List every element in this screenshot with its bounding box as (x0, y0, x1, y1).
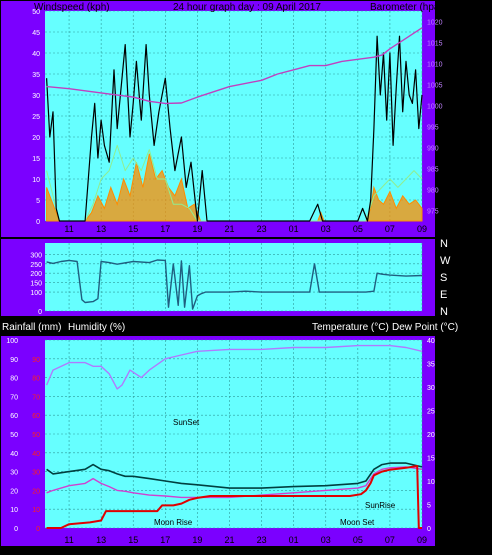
humidity-y-tick-label: 20 (10, 488, 18, 495)
temperature-y-tick-label: 5 (427, 503, 431, 510)
x-tick-label: 23 (257, 224, 267, 234)
compass-n-bottom: N (440, 306, 448, 318)
windspeed-axis-title: Windspeed (kph) (34, 2, 110, 13)
wind-y-tick-label: 20 (32, 135, 40, 142)
temperature-y-tick-label: 40 (427, 338, 435, 345)
rainfall-y-tick-label: 50 (32, 432, 40, 439)
humidity-y-tick-label: 40 (10, 451, 18, 458)
x-tick-label: 01 (289, 535, 299, 545)
wind-y-tick-label: 15 (32, 156, 40, 163)
x-tick-label: 19 (192, 535, 202, 545)
rainfall-y-tick-label: 90 (32, 357, 40, 364)
wind-y-tick-label: 5 (36, 198, 40, 205)
rainfall-y-tick-label: 70 (32, 394, 40, 401)
x-tick-label: 21 (224, 224, 234, 234)
x-tick-label: 19 (192, 224, 202, 234)
humidity-y-tick-label: 30 (10, 470, 18, 477)
direction-y-tick-label: 250 (30, 262, 42, 269)
direction-y-tick-label: 0 (38, 309, 42, 316)
barometer-y-tick-label: 1000 (427, 104, 443, 111)
x-tick-label: 17 (160, 224, 170, 234)
barometer-y-tick-label: 985 (427, 167, 439, 174)
barometer-axis-title: Barometer (hpa) (370, 2, 443, 13)
rainfall-y-tick-label: 30 (32, 470, 40, 477)
x-tick-label: 01 (289, 224, 299, 234)
direction-y-tick-label: 150 (30, 281, 42, 288)
barometer-y-tick-label: 1005 (427, 83, 443, 90)
temperature-y-tick-label: 35 (427, 362, 435, 369)
barometer-y-tick-label: 1020 (427, 20, 443, 27)
dew-point-axis-title: Dew Point (°C) (392, 322, 458, 333)
temperature-axis-title: Temperature (°C) (312, 322, 389, 333)
x-tick-label: 05 (353, 224, 363, 234)
humidity-y-tick-label: 50 (10, 432, 18, 439)
barometer-y-tick-label: 980 (427, 188, 439, 195)
x-tick-label: 03 (321, 224, 331, 234)
barometer-y-tick-label: 1015 (427, 41, 443, 48)
humidity-y-tick-label: 60 (10, 413, 18, 420)
compass-w: W (440, 255, 451, 267)
direction-y-tick-label: 300 (30, 252, 42, 259)
barometer-y-tick-label: 990 (427, 146, 439, 153)
wind-y-tick-label: 10 (32, 177, 40, 184)
humidity-y-tick-label: 10 (10, 507, 18, 514)
wind-y-tick-label: 40 (32, 51, 40, 58)
wind-y-tick-label: 0 (36, 219, 40, 226)
x-tick-label: 09 (417, 535, 427, 545)
direction-y-tick-label: 200 (30, 271, 42, 278)
temperature-y-tick-label: 25 (427, 409, 435, 416)
temperature-y-tick-label: 15 (427, 456, 435, 463)
x-tick-label: 13 (96, 535, 106, 545)
wind-y-tick-label: 25 (32, 114, 40, 121)
humidity-y-tick-label: 80 (10, 376, 18, 383)
x-tick-label: 11 (64, 535, 73, 545)
direction-plot-area (45, 243, 422, 311)
x-tick-label: 15 (128, 224, 138, 234)
rainfall-y-tick-label: 0 (36, 526, 40, 533)
humidity-y-tick-label: 70 (10, 394, 18, 401)
barometer-y-tick-label: 995 (427, 125, 439, 132)
compass-s: S (440, 272, 447, 284)
x-tick-label: 21 (224, 535, 234, 545)
sunrise-annotation: SunRise (365, 501, 396, 510)
x-tick-label: 17 (160, 535, 170, 545)
rainfall-y-tick-label: 10 (32, 507, 40, 514)
direction-y-tick-label: 100 (30, 290, 42, 297)
x-tick-label: 05 (353, 535, 363, 545)
rainfall-y-tick-label: 60 (32, 413, 40, 420)
x-tick-label: 23 (257, 535, 267, 545)
compass-e: E (440, 289, 447, 301)
temperature-y-tick-label: 0 (427, 526, 431, 533)
x-tick-label: 07 (385, 224, 395, 234)
wind-y-tick-label: 30 (32, 93, 40, 100)
rainfall-y-tick-label: 40 (32, 451, 40, 458)
rainfall-y-tick-label: 80 (32, 376, 40, 383)
x-tick-label: 03 (321, 535, 331, 545)
compass-n-top: N (440, 238, 448, 250)
barometer-y-tick-label: 1010 (427, 62, 443, 69)
weather-chart: 1111131315151717191921212323010103030505… (1, 1, 458, 546)
rainfall-y-tick-label: 20 (32, 488, 40, 495)
x-tick-label: 11 (64, 224, 73, 234)
x-tick-label: 13 (96, 224, 106, 234)
wind-y-tick-label: 35 (32, 72, 40, 79)
wind-y-tick-label: 45 (32, 30, 40, 37)
chart-title: 24 hour graph day : 09 April 2017 (173, 2, 321, 13)
humidity-y-tick-label: 0 (14, 526, 18, 533)
temperature-y-tick-label: 30 (427, 385, 435, 392)
x-tick-label: 15 (128, 535, 138, 545)
humidity-y-tick-label: 100 (6, 338, 18, 345)
moonset-annotation: Moon Set (340, 518, 375, 527)
sunset-annotation: SunSet (173, 418, 200, 427)
rainfall-axis-title: Rainfall (mm) (2, 322, 61, 333)
temperature-y-tick-label: 20 (427, 432, 435, 439)
humidity-axis-title: Humidity (%) (68, 322, 125, 333)
moonrise-annotation: Moon Rise (154, 518, 193, 527)
temperature-y-tick-label: 10 (427, 479, 435, 486)
barometer-y-tick-label: 975 (427, 209, 439, 216)
humidity-y-tick-label: 90 (10, 357, 18, 364)
x-tick-label: 07 (385, 535, 395, 545)
x-tick-label: 09 (417, 224, 427, 234)
